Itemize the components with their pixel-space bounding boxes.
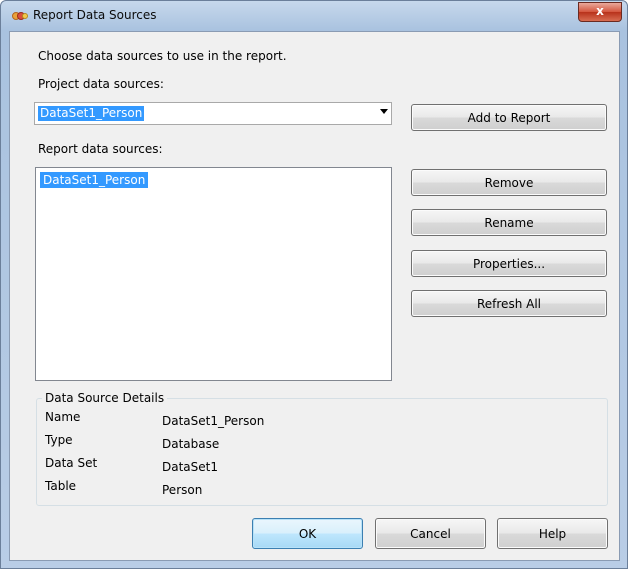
add-to-report-button[interactable]: Add to Report	[411, 104, 607, 131]
title-bar[interactable]: Report Data Sources x	[1, 1, 627, 31]
detail-type-value: Database	[162, 437, 220, 451]
list-item[interactable]: DataSet1_Person	[40, 172, 149, 188]
report-data-sources-dialog: Report Data Sources x Choose data source…	[0, 0, 628, 569]
ok-button[interactable]: OK	[252, 518, 363, 549]
detail-type-label: Type	[45, 433, 73, 447]
project-data-sources-selected: DataSet1_Person	[38, 106, 145, 121]
dialog-body: Choose data sources to use in the report…	[9, 31, 620, 561]
close-icon: x	[596, 4, 604, 18]
project-data-sources-label: Project data sources:	[38, 77, 164, 91]
detail-dataset-value: DataSet1	[162, 460, 218, 474]
detail-name-value: DataSet1_Person	[162, 414, 265, 428]
detail-table-value: Person	[162, 483, 203, 497]
window-title: Report Data Sources	[33, 8, 157, 22]
chevron-down-icon[interactable]	[380, 109, 388, 114]
report-app-icon	[12, 12, 28, 20]
data-source-details-title: Data Source Details	[42, 391, 168, 405]
cancel-button[interactable]: Cancel	[375, 518, 486, 549]
detail-dataset-label: Data Set	[45, 456, 98, 470]
close-button[interactable]: x	[578, 2, 622, 22]
report-data-sources-list[interactable]: DataSet1_Person	[35, 167, 392, 381]
project-data-sources-dropdown[interactable]: DataSet1_Person	[34, 102, 392, 125]
remove-button[interactable]: Remove	[411, 169, 607, 196]
report-data-sources-label: Report data sources:	[38, 142, 163, 156]
properties-button[interactable]: Properties...	[411, 250, 607, 277]
refresh-all-button[interactable]: Refresh All	[411, 290, 607, 317]
rename-button[interactable]: Rename	[411, 209, 607, 236]
detail-name-label: Name	[45, 410, 81, 424]
detail-table-label: Table	[45, 479, 77, 493]
intro-text: Choose data sources to use in the report…	[38, 49, 287, 63]
data-source-details-group: Data Source Details Name DataSet1_Person…	[36, 391, 608, 506]
help-button[interactable]: Help	[497, 518, 608, 549]
